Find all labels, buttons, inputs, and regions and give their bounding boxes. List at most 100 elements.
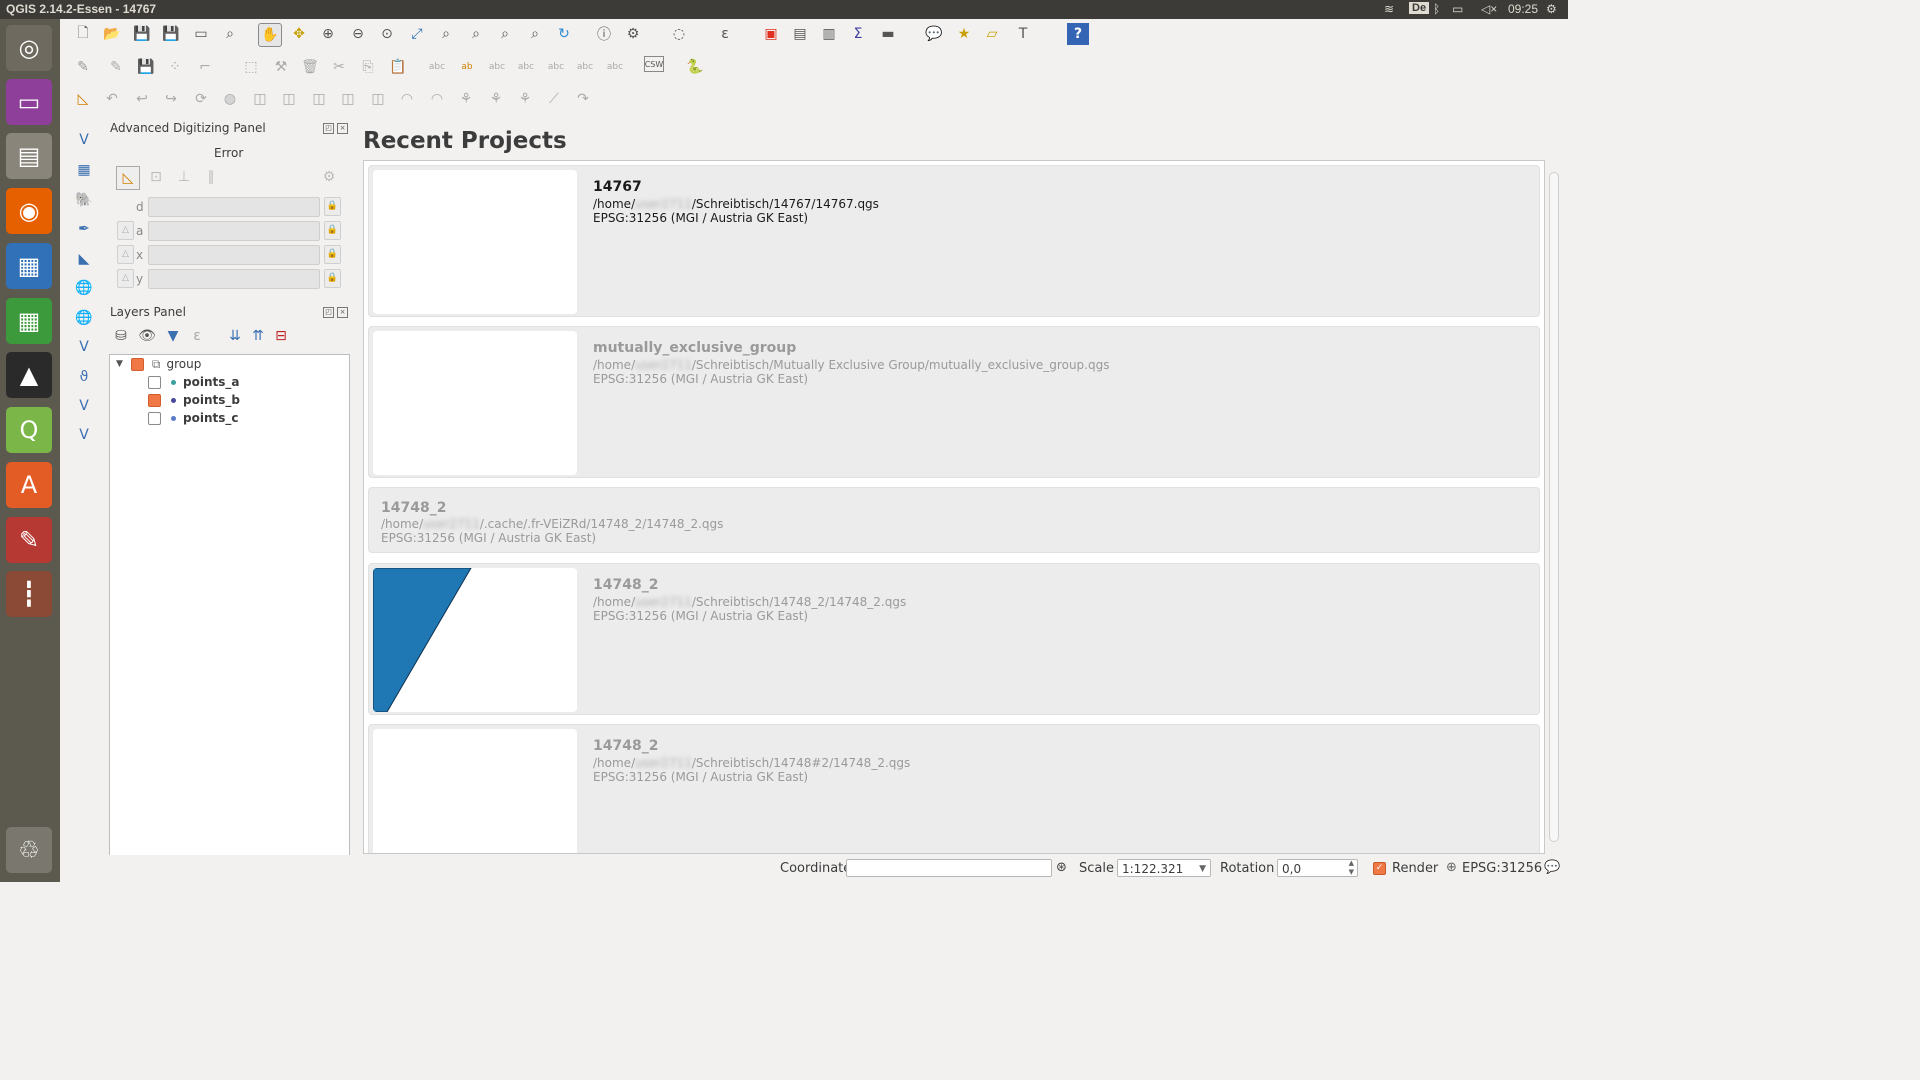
split-features-icon[interactable]: ◠: [426, 88, 448, 110]
layer-row[interactable]: points_c: [148, 409, 238, 427]
enable-digitizing-icon[interactable]: ◺: [116, 166, 140, 190]
inkscape-icon[interactable]: ▲: [6, 352, 52, 398]
field-y-input[interactable]: [148, 269, 320, 289]
field-d-input[interactable]: [148, 197, 320, 217]
csw-icon[interactable]: CSW: [644, 56, 664, 72]
copy-features-icon[interactable]: ⎘: [357, 56, 379, 78]
new-layer-icon[interactable]: V: [73, 424, 95, 446]
zoom-to-layer-icon[interactable]: ⌕: [465, 23, 487, 45]
layer-checkbox[interactable]: [148, 393, 161, 407]
add-ring-icon[interactable]: ⌐: [194, 56, 216, 78]
bluetooth-icon[interactable]: ᛒ: [1433, 2, 1440, 16]
lock-a-icon[interactable]: 🔒: [324, 221, 341, 240]
rotate-feature-icon[interactable]: ⟳: [190, 88, 212, 110]
merge-attributes-icon[interactable]: ⚘: [514, 88, 536, 110]
delete-ring-icon[interactable]: ◫: [308, 88, 330, 110]
spin-arrows-icon[interactable]: ▲ ▼: [1349, 859, 1354, 877]
float-layers-panel-icon[interactable]: ◰: [323, 307, 334, 318]
change-label-icon[interactable]: abc: [604, 56, 626, 78]
lock-x-icon[interactable]: 🔒: [324, 245, 341, 264]
text-annotation-icon[interactable]: T: [1012, 23, 1034, 45]
message-log-icon[interactable]: 💬: [1544, 860, 1560, 875]
parallel-icon[interactable]: ∥: [200, 166, 222, 188]
cut-features-icon[interactable]: ✂: [328, 56, 350, 78]
coordinate-input[interactable]: [846, 859, 1052, 877]
paste-features-icon[interactable]: 📋: [387, 56, 409, 78]
select-features-icon[interactable]: ◌: [668, 23, 690, 45]
layer-labeling-icon[interactable]: abc: [426, 56, 448, 78]
software-center-icon[interactable]: A: [6, 462, 52, 508]
zoom-native-icon[interactable]: ⊙: [376, 23, 398, 45]
map-tips-icon[interactable]: 💬: [923, 23, 945, 45]
add-part-icon[interactable]: ◫: [249, 88, 271, 110]
close-layers-panel-icon[interactable]: ×: [337, 307, 348, 318]
filter-legend-icon[interactable]: ▼: [162, 325, 184, 347]
recent-project-card[interactable]: 14748_2 /home/user2711/.cache/.fr-VEiZRd…: [368, 487, 1540, 553]
python-console-icon[interactable]: 🐍: [684, 56, 706, 78]
recent-project-card[interactable]: 14748_2 /home/user2711/Schreibtisch/1474…: [368, 724, 1540, 853]
layer-row[interactable]: points_a: [148, 373, 239, 391]
qgis-icon[interactable]: Q: [6, 407, 52, 453]
add-delimited-text-icon[interactable]: ϑ: [73, 366, 95, 388]
add-vector-layer-icon[interactable]: V: [73, 129, 95, 151]
offset-curve-icon[interactable]: ◠: [396, 88, 418, 110]
deselect-all-icon[interactable]: ▣: [760, 23, 782, 45]
zoom-last-icon[interactable]: ⌕: [494, 23, 516, 45]
add-wms-layer-icon[interactable]: 🌐: [73, 277, 95, 299]
toggle-extents-icon[interactable]: ⊛: [1056, 860, 1067, 875]
workspace-switcher-icon[interactable]: ▭: [6, 79, 52, 125]
delete-selected-icon[interactable]: 🗑: [299, 56, 321, 78]
volume-muted-icon[interactable]: ◁×: [1481, 2, 1497, 16]
new-print-composer-icon[interactable]: ▭: [190, 23, 212, 45]
enable-advanced-digitizing-icon[interactable]: ◺: [72, 88, 94, 110]
toggle-editing-icon[interactable]: ✎: [105, 56, 127, 78]
undo-icon[interactable]: ↶: [101, 88, 123, 110]
relative-y-icon[interactable]: △: [117, 269, 134, 288]
recent-project-card[interactable]: 14748_2 /home/user2711/Schreibtisch/1474…: [368, 563, 1540, 715]
add-raster-layer-icon[interactable]: ▦: [73, 159, 95, 181]
add-virtual-layer-icon[interactable]: V: [73, 395, 95, 417]
refresh-icon[interactable]: ↻: [553, 23, 575, 45]
battery-icon[interactable]: ▭: [1452, 2, 1463, 16]
rotate-label-icon[interactable]: abc: [574, 56, 596, 78]
layer-group-row[interactable]: ▼ ⧉ group: [116, 355, 201, 373]
save-layer-edits-icon[interactable]: 💾: [135, 56, 157, 78]
zoom-out-icon[interactable]: ⊖: [347, 23, 369, 45]
save-project-icon[interactable]: 💾: [131, 23, 153, 45]
scale-combobox[interactable]: 1:122.321 ▼: [1117, 859, 1211, 877]
fill-ring-icon[interactable]: ◫: [278, 88, 300, 110]
composer-manager-icon[interactable]: ⌕: [219, 23, 241, 45]
zoom-next-icon[interactable]: ⌕: [524, 23, 546, 45]
lock-y-icon[interactable]: 🔒: [324, 269, 341, 288]
open-project-icon[interactable]: 📂: [101, 23, 123, 45]
ubuntu-dash-icon[interactable]: ◎: [6, 25, 52, 71]
node-tool-icon[interactable]: ⚒: [270, 56, 292, 78]
delete-part-icon[interactable]: ◫: [337, 88, 359, 110]
crs-globe-icon[interactable]: ⊕: [1446, 860, 1457, 875]
lock-d-icon[interactable]: 🔒: [324, 197, 341, 216]
libreoffice-calc-icon[interactable]: ▦: [6, 298, 52, 344]
layer-styling-icon[interactable]: ⛁: [110, 325, 132, 347]
add-feature-icon[interactable]: ⁘: [164, 56, 186, 78]
mixer-icon[interactable]: ┇: [6, 571, 52, 617]
add-wcs-layer-icon[interactable]: 🌐: [73, 307, 95, 329]
add-spatialite-layer-icon[interactable]: ✒: [73, 218, 95, 240]
collapse-all-icon[interactable]: ⇈: [247, 325, 269, 347]
pan-to-selection-icon[interactable]: ✥: [288, 23, 310, 45]
simplify-feature-icon[interactable]: ◍: [219, 88, 241, 110]
scrollbar-track[interactable]: [1549, 172, 1559, 842]
close-panel-icon[interactable]: ×: [337, 123, 348, 134]
undo-arrow-icon[interactable]: ↩: [131, 88, 153, 110]
rotate-point-symbols-icon[interactable]: ⟋: [543, 88, 565, 110]
help-icon[interactable]: ?: [1067, 23, 1089, 45]
filter-by-expression-icon[interactable]: ε: [186, 325, 208, 347]
add-mssql-layer-icon[interactable]: ◣: [73, 248, 95, 270]
redo-arrow-icon[interactable]: ↪: [160, 88, 182, 110]
identify-features-icon[interactable]: ⓘ: [593, 23, 615, 45]
render-checkbox[interactable]: ✓: [1373, 862, 1386, 875]
current-edits-icon[interactable]: ✎: [72, 56, 94, 78]
relative-x-icon[interactable]: △: [117, 245, 134, 264]
recent-project-card[interactable]: 14767 /home/user2711/Schreibtisch/14767/…: [368, 165, 1540, 317]
chevron-down-icon[interactable]: ▼: [1199, 860, 1206, 878]
clock[interactable]: 09:25: [1508, 2, 1538, 16]
